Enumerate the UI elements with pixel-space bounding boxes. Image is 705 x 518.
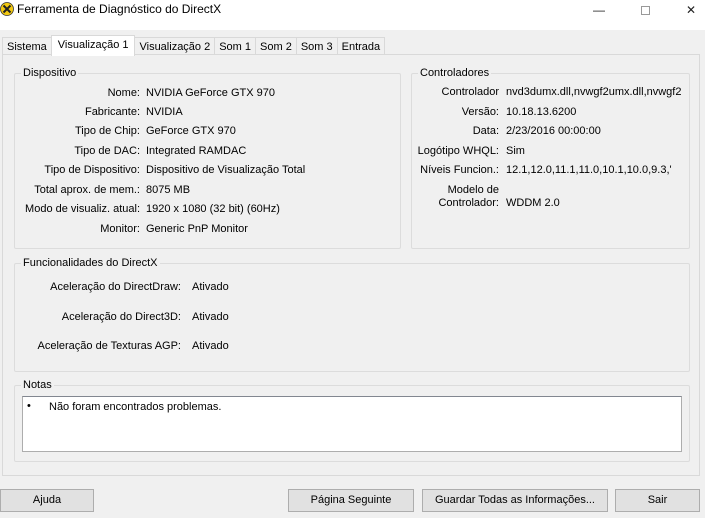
feature-label: Aceleração do Direct3D: [61, 311, 181, 323]
next-page-button[interactable]: Página Seguinte [288, 489, 414, 512]
device-value: Dispositivo de Visualização Total [146, 164, 306, 176]
notes-bullet: • [27, 400, 31, 412]
features-group-title: Funcionalidades do DirectX [21, 256, 160, 270]
driver-label: Versão: [461, 106, 499, 118]
notes-text: Não foram encontrados problemas. [49, 401, 222, 413]
driver-model-value: WDDM 2.0 [506, 197, 560, 209]
title-bar: Ferramenta de Diagnóstico do DirectX — ✕ [0, 0, 705, 30]
tab-strip: Sistema Visualização 1 Visualização 2 So… [2, 35, 386, 56]
feature-value: Ativado [192, 281, 229, 293]
device-value: NVIDIA [146, 106, 183, 118]
window-title: Ferramenta de Diagnóstico do DirectX [17, 2, 222, 16]
maximize-button[interactable] [622, 0, 668, 20]
driver-label: Logótipo WHQL: [417, 145, 499, 157]
exit-button[interactable]: Sair [615, 489, 700, 512]
minimize-button[interactable]: — [576, 0, 622, 20]
device-group-title: Dispositivo [21, 66, 79, 80]
device-value: Integrated RAMDAC [146, 145, 247, 157]
drivers-group-title: Controladores [418, 66, 492, 80]
device-label: Fabricante: [84, 106, 140, 118]
device-value: 8075 MB [146, 184, 191, 196]
tab-visualizacao-1[interactable]: Visualização 1 [50, 35, 136, 56]
close-icon: ✕ [685, 3, 697, 17]
feature-value: Ativado [192, 340, 229, 352]
feature-value: Ativado [192, 311, 229, 323]
driver-value: 10.18.13.6200 [506, 106, 577, 118]
device-label: Monitor: [100, 223, 140, 235]
device-value: 1920 x 1080 (32 bit) (60Hz) [146, 203, 280, 215]
help-button[interactable]: Ajuda [0, 489, 94, 512]
driver-value: nvd3dumx.dll,nvwgf2umx.dll,nvwgf2 [506, 86, 682, 98]
device-label: Total aprox. de mem.: [34, 184, 140, 196]
driver-label: Controlador [441, 86, 499, 98]
notes-group-title: Notas [21, 378, 54, 392]
device-label: Nome: [107, 87, 140, 99]
driver-label: Níveis Funcion.: [420, 164, 499, 176]
driver-model-label-line2: Controlador: [438, 197, 499, 209]
close-button[interactable]: ✕ [668, 0, 705, 20]
save-all-info-button[interactable]: Guardar Todas as Informações... [422, 489, 608, 512]
device-value: NVIDIA GeForce GTX 970 [146, 87, 275, 99]
feature-label: Aceleração do DirectDraw: [50, 281, 181, 293]
minimize-icon: — [593, 3, 605, 17]
device-label: Tipo de Dispositivo: [44, 164, 140, 176]
maximize-icon [640, 5, 650, 15]
driver-value: Sim [506, 145, 525, 157]
directx-app-icon [0, 2, 14, 16]
notes-textbox[interactable]: • Não foram encontrados problemas. [22, 396, 682, 452]
driver-value: 12.1,12.0,11.1,11.0,10.1,10.0,9.3,' [506, 164, 672, 176]
device-label: Tipo de Chip: [74, 125, 140, 137]
device-label: Modo de visualiz. atual: [25, 203, 140, 215]
device-value: Generic PnP Monitor [146, 223, 248, 235]
feature-label: Aceleração de Texturas AGP: [37, 340, 182, 352]
device-value: GeForce GTX 970 [146, 125, 236, 137]
driver-label: Data: [472, 125, 499, 137]
device-label: Tipo de DAC: [74, 145, 140, 157]
driver-value: 2/23/2016 00:00:00 [506, 125, 601, 137]
